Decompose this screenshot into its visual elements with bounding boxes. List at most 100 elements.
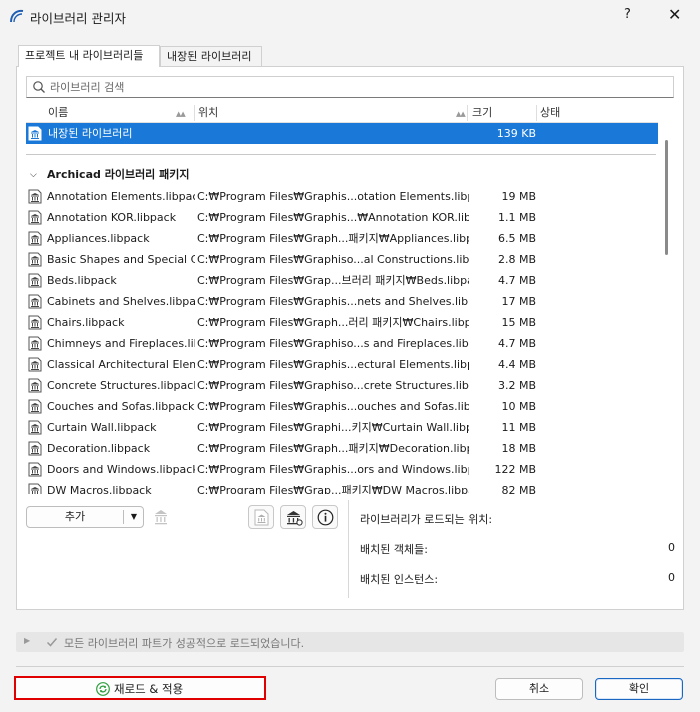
library-file-button[interactable]	[248, 505, 274, 529]
archicad-logo-icon	[10, 9, 24, 23]
button-divider	[123, 510, 124, 524]
table-row[interactable]: Doors and Windows.libpack C:₩Program File…	[26, 459, 658, 480]
table-row[interactable]: DW Macros.libpack C:₩Program Files₩Grap..…	[26, 480, 658, 494]
cancel-button[interactable]: 취소	[495, 678, 583, 700]
row-name: Appliances.libpack	[47, 232, 150, 245]
library-icon	[28, 294, 42, 309]
info-divider	[348, 500, 349, 598]
column-divider[interactable]	[194, 105, 195, 121]
row-name: 내장된 라이브러리	[48, 127, 133, 140]
row-size: 82 MB	[501, 484, 536, 494]
library-icon	[28, 378, 42, 393]
row-location: C:₩Program Files₩Graphis...nets and Shel…	[197, 295, 469, 308]
row-location: C:₩Program Files₩Graphis...ors and Windo…	[197, 463, 469, 476]
remove-library-icon[interactable]	[151, 508, 171, 526]
chevron-down-icon[interactable]: ⌵	[30, 165, 37, 185]
row-location: C:₩Program Files₩Graph...러리 패키지₩Chairs.l…	[197, 316, 469, 329]
sort-arrows-icon: ▲▲	[456, 110, 466, 118]
table-row[interactable]: Couches and Sofas.libpack C:₩Program File…	[26, 396, 658, 417]
table-row[interactable]: Chimneys and Fireplaces.lib... C:₩Program…	[26, 333, 658, 354]
row-name: Beds.libpack	[47, 274, 117, 287]
row-size: 139 KB	[496, 127, 536, 140]
add-button[interactable]: 추가	[27, 507, 123, 527]
caret-down-icon[interactable]: ▼	[125, 507, 143, 527]
row-location: C:₩Program Files₩Graphis...ectural Eleme…	[197, 358, 469, 371]
table-row[interactable]: Classical Architectural Elem... C:₩Progra…	[26, 354, 658, 375]
library-icon	[28, 357, 42, 372]
reload-button-label: 재로드 & 적용	[114, 682, 184, 696]
table-row[interactable]: Beds.libpack C:₩Program Files₩Grap...브러리 …	[26, 270, 658, 291]
table-row[interactable]: Annotation Elements.libpack C:₩Program Fi…	[26, 186, 658, 207]
library-settings-icon	[287, 511, 303, 526]
library-icon	[28, 231, 42, 246]
column-header-size[interactable]: 크기	[472, 104, 492, 122]
row-size: 4.4 MB	[497, 358, 536, 371]
table-row[interactable]: Cabinets and Shelves.libpa... C:₩Program …	[26, 291, 658, 312]
help-button[interactable]: ?	[624, 7, 631, 22]
status-bar: ▶ 모든 라이브러리 파트가 성공적으로 로드되었습니다.	[16, 632, 684, 652]
search-input[interactable]	[48, 77, 652, 97]
group-row-archicad-packages[interactable]: ⌵ Archicad 라이브러리 패키지	[26, 165, 658, 185]
row-size: 1.1 MB	[497, 211, 536, 224]
row-size: 18 MB	[501, 442, 536, 455]
row-name: DW Macros.libpack	[47, 484, 152, 494]
table-row-embedded-library[interactable]: 내장된 라이브러리 139 KB	[26, 123, 658, 144]
row-location: C:₩Program Files₩Graphiso...crete Struct…	[197, 379, 469, 392]
table-row[interactable]: Decoration.libpack C:₩Program Files₩Graph…	[26, 438, 658, 459]
row-name: Annotation KOR.libpack	[47, 211, 177, 224]
row-name: Decoration.libpack	[47, 442, 151, 455]
status-message: 모든 라이브러리 파트가 성공적으로 로드되었습니다.	[64, 637, 305, 650]
row-location: C:₩Program Files₩Graphis...otation Eleme…	[197, 190, 469, 203]
placed-instances-label: 배치된 인스턴스:	[360, 573, 439, 586]
ok-button[interactable]: 확인	[595, 678, 683, 700]
row-location: C:₩Program Files₩Graphi...키지₩Curtain Wal…	[197, 421, 469, 434]
table-row[interactable]: Annotation KOR.libpack C:₩Program Files₩G…	[26, 207, 658, 228]
column-divider[interactable]	[536, 105, 537, 121]
tab-embedded-library[interactable]: 내장된 라이브러리	[160, 46, 262, 66]
reload-and-apply-button[interactable]: 재로드 & 적용	[14, 676, 266, 700]
column-header-name[interactable]: 이름	[48, 104, 68, 122]
library-icon	[28, 420, 42, 435]
row-name: Chimneys and Fireplaces.lib...	[47, 337, 195, 350]
column-header-status[interactable]: 상태	[540, 104, 560, 122]
row-location: C:₩Program Files₩Graph...패키지₩Appliances.…	[197, 232, 469, 245]
row-size: 2.8 MB	[497, 253, 536, 266]
close-button[interactable]: ✕	[668, 5, 681, 24]
library-icon	[28, 189, 42, 204]
row-location: C:₩Program Files₩Graph...패키지₩Decoration.…	[197, 442, 469, 455]
table-row[interactable]: Concrete Structures.libpack C:₩Program Fi…	[26, 375, 658, 396]
row-location: C:₩Program Files₩Grap...브러리 패키지₩Beds.lib…	[197, 274, 469, 287]
row-name: Classical Architectural Elem...	[47, 358, 195, 371]
row-size: 15 MB	[501, 316, 536, 329]
expand-arrow-icon[interactable]: ▶	[24, 636, 30, 645]
library-icon	[28, 399, 42, 414]
table-row[interactable]: Curtain Wall.libpack C:₩Program Files₩Gra…	[26, 417, 658, 438]
row-location: C:₩Program Files₩Graphiso...al Construct…	[197, 253, 469, 266]
row-name: Curtain Wall.libpack	[47, 421, 157, 434]
table-row[interactable]: Basic Shapes and Special C... C:₩Program …	[26, 249, 658, 270]
row-location: C:₩Program Files₩Graphiso...s and Firepl…	[197, 337, 469, 350]
library-file-icon	[254, 509, 269, 526]
row-size: 17 MB	[501, 295, 536, 308]
row-size: 10 MB	[501, 400, 536, 413]
tab-project-libraries[interactable]: 프로젝트 내 라이브러리들	[18, 45, 160, 67]
row-name: Couches and Sofas.libpack	[47, 400, 195, 413]
library-icon	[28, 210, 42, 225]
table-row[interactable]: Chairs.libpack C:₩Program Files₩Graph...러…	[26, 312, 658, 333]
scrollbar-thumb[interactable]	[665, 140, 668, 255]
group-label: Archicad 라이브러리 패키지	[47, 168, 190, 181]
table-header: 이름 ▲▲ 위치 ▲▲ 크기 상태	[26, 104, 658, 123]
refresh-icon	[96, 682, 110, 696]
column-header-location[interactable]: 위치	[198, 104, 218, 122]
row-size: 6.5 MB	[497, 232, 536, 245]
info-button[interactable]	[312, 505, 338, 529]
row-location: C:₩Program Files₩Graphis...ouches and So…	[197, 400, 469, 413]
row-name: Basic Shapes and Special C...	[47, 253, 195, 266]
library-icon	[28, 273, 42, 288]
window-title: 라이브러리 관리자	[30, 11, 126, 26]
table-row[interactable]: Appliances.libpack C:₩Program Files₩Graph…	[26, 228, 658, 249]
row-name: Cabinets and Shelves.libpa...	[47, 295, 195, 308]
placed-instances-value: 0	[668, 571, 675, 584]
library-settings-button[interactable]	[280, 505, 306, 529]
column-divider[interactable]	[467, 105, 468, 121]
